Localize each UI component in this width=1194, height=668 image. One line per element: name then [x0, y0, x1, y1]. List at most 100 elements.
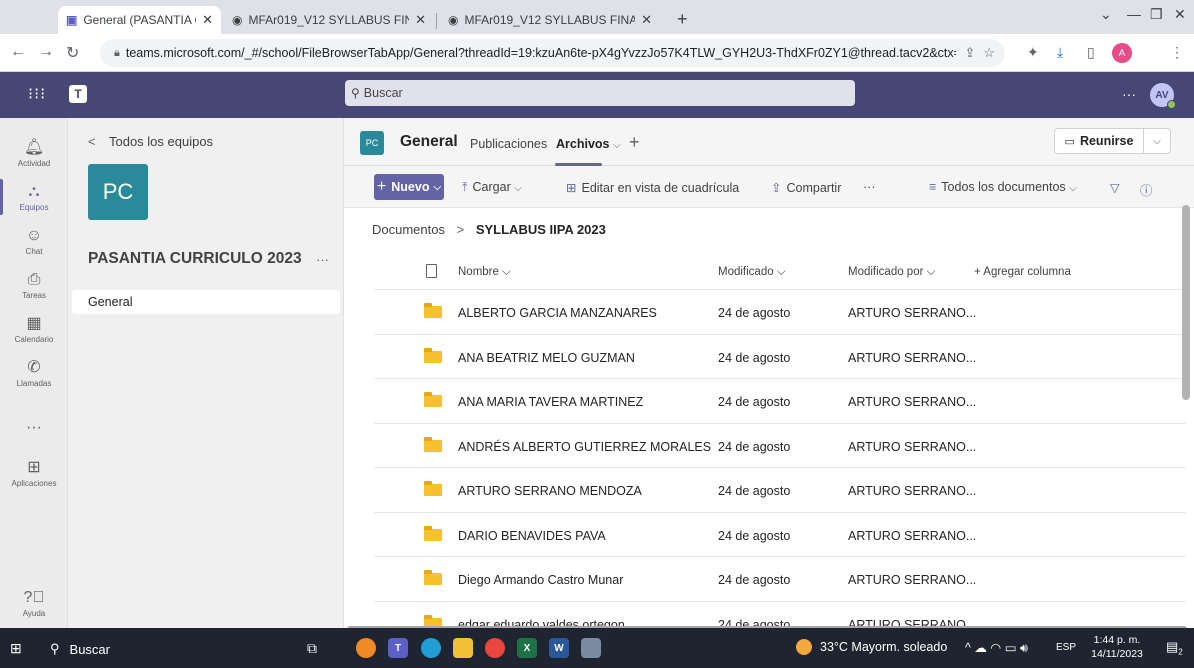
language-indicator[interactable]: ESP — [1056, 642, 1076, 653]
tray-icons[interactable]: ^ ☁ ◠ ▭ 🔊︎ — [965, 640, 1028, 656]
file-explorer-app-icon[interactable] — [453, 638, 473, 658]
search-input[interactable]: ⚲ Buscar — [345, 80, 855, 106]
column-name-label: Nombre — [458, 266, 499, 278]
new-tab-button[interactable]: + — [677, 9, 688, 30]
forward-arrow-icon[interactable]: → — [38, 43, 54, 61]
rail-item-calendario[interactable]: ▦ Calendario — [0, 314, 68, 344]
browser-tab-teams[interactable]: ▣ General (PASANTIA CURRICULO ✕ — [58, 6, 221, 34]
rail-item-llamadas[interactable]: ✆ Llamadas — [0, 358, 68, 388]
rail-item-ayuda[interactable]: ?⃝ Ayuda — [0, 588, 68, 618]
user-avatar[interactable]: AV — [1150, 83, 1176, 109]
upload-button[interactable]: ⤒ Cargar ⌵ — [462, 180, 522, 195]
profile-avatar[interactable]: A — [1112, 43, 1132, 63]
filter-icon[interactable]: ▽ — [1110, 180, 1120, 195]
file-name[interactable]: ANDRÉS ALBERTO GUTIERREZ MORALES — [458, 440, 711, 454]
back-arrow-icon[interactable]: ← — [10, 43, 26, 61]
share-icon[interactable]: ⇪ — [964, 45, 975, 61]
restore-button[interactable]: ❐ — [1150, 6, 1163, 23]
file-name[interactable]: ANA BEATRIZ MELO GUZMAN — [458, 351, 635, 365]
browser-tab-syllabus-2[interactable]: ◉ MFAr019_V12 SYLLABUS FINAL ✕ — [440, 6, 660, 34]
firefox-app-icon[interactable] — [356, 638, 376, 658]
teams-app-icon[interactable]: T — [388, 638, 408, 658]
word-app-icon[interactable]: W — [549, 638, 569, 658]
file-name[interactable]: ARTURO SERRANO MENDOZA — [458, 484, 642, 498]
browser-menu-icon[interactable]: ⋮ — [1170, 44, 1184, 61]
tab-archivos[interactable]: Archivos ⌵ — [556, 137, 621, 151]
teams-header: ⁝⁝⁝ T ⚲ Buscar ··· AV — [0, 72, 1194, 118]
rail-item-chat[interactable]: ☺ Chat — [0, 226, 68, 256]
close-icon[interactable]: ✕ — [641, 12, 652, 28]
meet-dropdown-chevron-icon[interactable]: ⌵ — [1143, 128, 1171, 154]
grid-icon: ⊞ — [566, 181, 577, 195]
modified-date: 24 de agosto — [718, 439, 791, 454]
app-launcher-icon[interactable]: ⁝⁝⁝ — [28, 84, 46, 104]
table-row[interactable]: ALBERTO GARCIA MANZANARES 24 de agosto ART… — [374, 290, 1186, 335]
all-teams-link[interactable]: < Todos los equipos — [88, 134, 213, 149]
channel-item-general[interactable]: General — [72, 290, 340, 314]
rail-item-tareas[interactable]: ⎙ Tareas — [0, 270, 68, 300]
rail-item-equipos[interactable]: ⛬ Equipos — [0, 179, 68, 215]
file-name[interactable]: ANA MARIA TAVERA MARTINEZ — [458, 395, 643, 409]
rail-item-actividad[interactable]: 🔔︎ Actividad — [0, 138, 68, 168]
chat-icon: ☺ — [25, 227, 43, 244]
team-pane: < Todos los equipos PC PASANTIA CURRICUL… — [68, 118, 344, 628]
windows-start-icon[interactable]: ⊞ — [10, 640, 22, 657]
extensions-puzzle-icon[interactable]: ✦ — [1027, 44, 1039, 61]
team-more-options-icon[interactable]: ··· — [316, 252, 329, 267]
edit-grid-button[interactable]: ⊞ Editar en vista de cuadrícula — [566, 180, 739, 195]
download-icon[interactable]: ⤓ — [1057, 44, 1063, 61]
rail-more-apps[interactable]: ··· — [0, 418, 68, 438]
table-row[interactable]: Diego Armando Castro Munar 24 de agosto AR… — [374, 557, 1186, 602]
table-row[interactable]: ANA BEATRIZ MELO GUZMAN 24 de agosto ARTUR… — [374, 335, 1186, 379]
rail-item-aplicaciones[interactable]: ⊞ Aplicaciones — [0, 458, 68, 488]
column-header-modified-by[interactable]: Modificado por ⌵ — [848, 266, 935, 279]
table-row[interactable]: DARIO BENAVIDES PAVA 24 de agosto ARTURO S… — [374, 513, 1186, 557]
close-icon[interactable]: ✕ — [202, 12, 213, 28]
url-field[interactable]: 🔒︎ teams.microsoft.com/_#/school/FileBro… — [100, 39, 1005, 67]
bell-icon: 🔔︎ — [23, 139, 45, 156]
info-icon[interactable]: ⓘ — [1140, 180, 1153, 199]
chrome-app-icon[interactable] — [485, 638, 505, 658]
more-commands-button[interactable]: ··· — [863, 180, 876, 194]
folder-icon — [424, 570, 442, 585]
file-name[interactable]: Diego Armando Castro Munar — [458, 573, 623, 587]
edge-app-icon[interactable] — [421, 638, 441, 658]
add-column-button[interactable]: + Agregar columna — [974, 266, 1071, 278]
browser-tab-syllabus-1[interactable]: ◉ MFAr019_V12 SYLLABUS FINAL ✕ — [224, 6, 434, 34]
close-window-button[interactable]: ✕ — [1174, 6, 1186, 23]
add-tab-icon[interactable]: + — [629, 132, 640, 153]
teams-favicon-icon: ▣ — [66, 13, 78, 27]
folder-icon — [424, 436, 442, 452]
view-selector[interactable]: ≡ Todos los documentos ⌵ — [929, 180, 1077, 194]
vertical-scrollbar[interactable] — [1182, 205, 1190, 400]
more-options-icon[interactable]: ··· — [1122, 86, 1136, 102]
notification-center-icon[interactable]: ▤2 — [1166, 639, 1183, 657]
task-view-icon[interactable]: ⧉ — [307, 640, 317, 657]
file-name[interactable]: DARIO BENAVIDES PAVA — [458, 529, 606, 543]
bookmark-star-icon[interactable]: ☆ — [983, 45, 995, 61]
table-row[interactable]: ANDRÉS ALBERTO GUTIERREZ MORALES 24 de ag… — [374, 424, 1186, 468]
taskbar-clock[interactable]: 1:44 p. m. 14/11/2023 — [1087, 633, 1147, 661]
tab-publicaciones[interactable]: Publicaciones — [470, 137, 547, 151]
column-header-modified[interactable]: Modificado ⌵ — [718, 266, 786, 279]
column-header-name[interactable]: Nombre ⌵ — [458, 266, 511, 279]
side-panel-icon[interactable]: ▯ — [1087, 44, 1095, 61]
tab-search-icon[interactable]: ⌄ — [1100, 6, 1112, 23]
main-content: PC General Publicaciones Archivos ⌵ + ▭ … — [344, 118, 1194, 668]
share-button[interactable]: ⇪ Compartir — [771, 180, 841, 195]
new-button[interactable]: + Nuevo ⌵ — [374, 174, 444, 200]
table-row[interactable]: ANA MARIA TAVERA MARTINEZ 24 de agosto ART… — [374, 379, 1186, 424]
tab-separator — [436, 13, 437, 29]
breadcrumb-root[interactable]: Documentos — [372, 222, 445, 237]
table-row[interactable]: ARTURO SERRANO MENDOZA 24 de agosto ARTURO… — [374, 468, 1186, 513]
excel-app-icon[interactable]: X — [517, 638, 537, 658]
close-icon[interactable]: ✕ — [415, 12, 426, 28]
meet-button[interactable]: ▭ Reunirse — [1054, 128, 1144, 154]
file-name[interactable]: ALBERTO GARCIA MANZANARES — [458, 306, 657, 320]
minimize-button[interactable]: — — [1127, 6, 1141, 22]
snipping-tool-app-icon[interactable] — [581, 638, 601, 658]
reload-icon[interactable]: ↻ — [66, 43, 79, 63]
weather-text[interactable]: 33°C Mayorm. soleado — [820, 640, 947, 654]
view-label: Todos los documentos — [941, 180, 1066, 194]
taskbar-search[interactable]: ⚲ Buscar — [50, 636, 330, 662]
